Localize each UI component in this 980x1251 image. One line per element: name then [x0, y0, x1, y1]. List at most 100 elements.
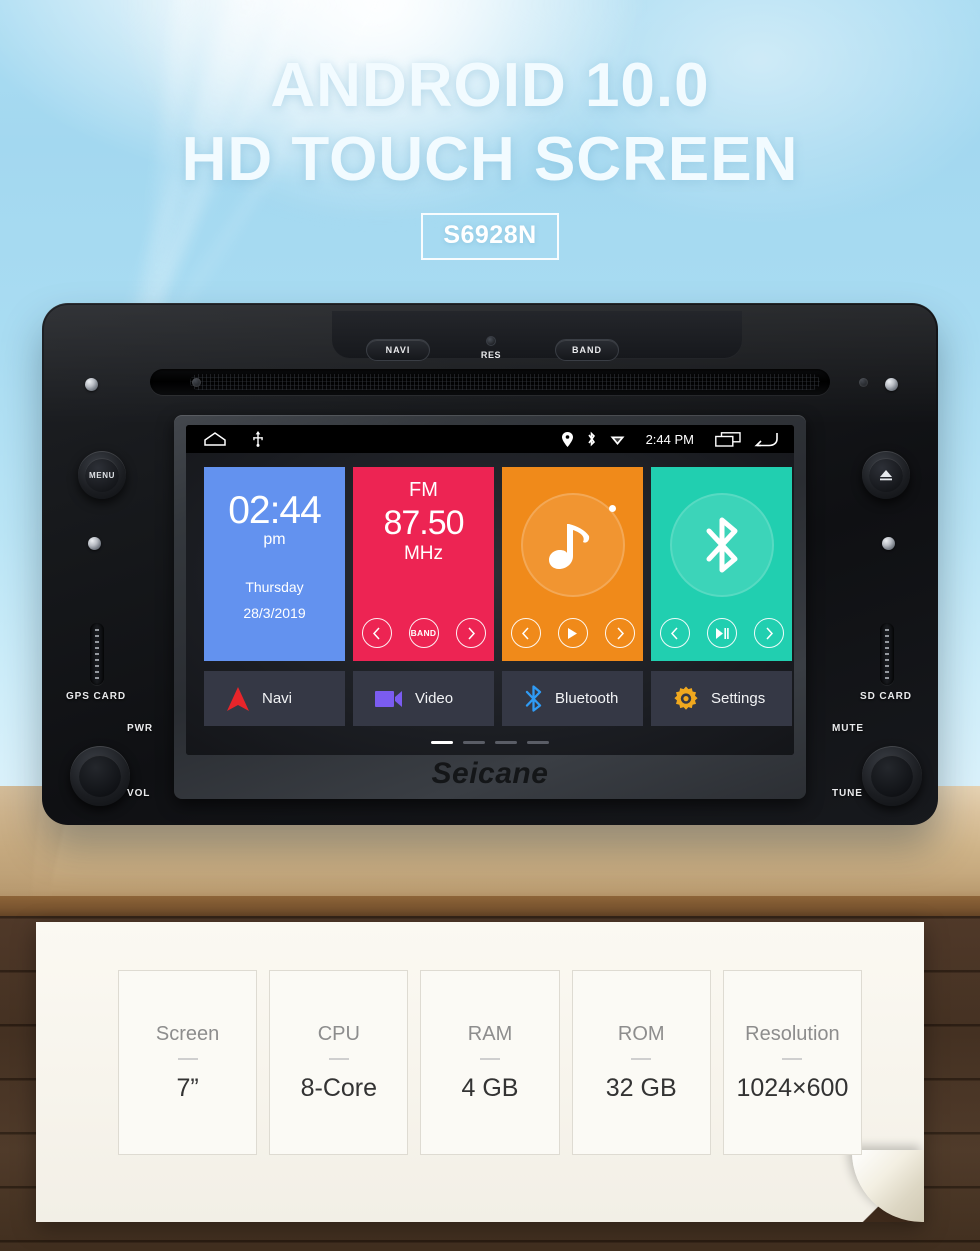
spec-label: ROM — [617, 1022, 665, 1045]
music-halo-dot — [608, 505, 616, 512]
spec-label: Screen — [155, 1022, 220, 1045]
pwr-label: PWR — [127, 723, 154, 734]
eject-icon — [869, 458, 903, 492]
music-play-button[interactable] — [557, 618, 588, 648]
frame-screw — [88, 537, 101, 550]
model-badge: S6928N — [421, 213, 559, 260]
android-home-screen: 02:44 pm Thursday 28/3/2019 FM 87.50 MHz — [186, 453, 794, 755]
gps-card-slot[interactable] — [90, 623, 104, 685]
spec-divider — [480, 1057, 500, 1060]
app-shortcut-video[interactable]: Video — [353, 671, 494, 726]
bluetooth-play-pause-button[interactable] — [706, 618, 737, 648]
spec-value: 4 GB — [461, 1073, 519, 1102]
tune-label: TUNE — [832, 788, 863, 799]
spec-divider — [782, 1057, 803, 1060]
band-hardware-button[interactable]: BAND — [555, 339, 619, 361]
music-note-halo — [520, 493, 625, 597]
car-head-unit: NAVI RES BAND MENU GPS CARD PWR VOL SD C… — [42, 303, 938, 825]
radio-frequency: 87.50 — [383, 504, 464, 542]
radio-widget-tile[interactable]: FM 87.50 MHz BAND — [353, 467, 494, 661]
music-widget-tile[interactable] — [502, 467, 643, 661]
frame-screw — [885, 378, 898, 391]
bluetooth-icon — [586, 431, 597, 447]
radio-next-button[interactable] — [455, 618, 486, 648]
spec-value: 7” — [176, 1073, 199, 1102]
clock-date: 28/3/2019 — [243, 605, 306, 621]
frame-screw — [882, 537, 895, 550]
slot-screw-left — [192, 378, 201, 387]
sd-card-label: SD CARD — [860, 691, 912, 702]
wood-table-edge — [0, 896, 980, 918]
app-label: Bluetooth — [555, 690, 619, 707]
app-shortcut-settings[interactable]: Settings — [651, 671, 792, 726]
headline-line-1: ANDROID 10.0 — [270, 51, 710, 120]
clock-weekday: Thursday — [245, 579, 304, 595]
menu-knob[interactable]: MENU — [78, 451, 126, 499]
page-dot-1[interactable] — [431, 741, 453, 744]
sd-card-slot[interactable] — [880, 623, 894, 685]
app-shortcut-navi[interactable]: Navi — [204, 671, 345, 726]
navi-hardware-button[interactable]: NAVI — [366, 339, 430, 361]
clock-time: 02:44 — [228, 489, 322, 532]
bluetooth-prev-button[interactable] — [659, 618, 690, 648]
app-shortcut-bluetooth[interactable]: Bluetooth — [502, 671, 643, 726]
brand-logo: Seicane — [431, 757, 549, 790]
reset-pinhole-icon[interactable] — [486, 336, 496, 346]
clock-ampm: pm — [263, 531, 286, 548]
spec-label: RAM — [467, 1022, 513, 1045]
bluetooth-halo — [669, 493, 774, 597]
touch-screen[interactable]: 2:44 PM 02:44 pm Thursday 28/3/2019 FM 8… — [186, 425, 794, 755]
page-dot-4[interactable] — [527, 741, 549, 744]
app-shortcut-row: Navi Video Bluetooth Settings — [204, 671, 792, 726]
location-pin-icon — [561, 431, 573, 447]
spec-value: 8-Core — [300, 1073, 378, 1102]
spec-divider — [631, 1057, 652, 1060]
bluetooth-controls — [651, 618, 792, 648]
spec-value: 1024×600 — [736, 1073, 849, 1102]
bluetooth-widget-tile[interactable] — [651, 467, 792, 661]
spec-card-row: Screen 7” CPU 8-Core RAM 4 GB ROM 32 GB … — [118, 970, 863, 1155]
headline-line-2: HD TOUCH SCREEN — [181, 125, 799, 194]
status-bar-right: 2:44 PM — [561, 431, 794, 447]
disc-slot[interactable] — [150, 369, 830, 395]
navigation-arrow-icon — [226, 686, 250, 712]
product-banner: ANDROID 10.0 HD TOUCH SCREEN S6928N Scre… — [0, 0, 980, 1251]
spec-value: 32 GB — [605, 1073, 677, 1102]
screen-bezel: Seicane 2:44 PM 02:44 pm Thursday 28/3/2… — [174, 415, 806, 799]
radio-unit: MHz — [403, 543, 444, 564]
music-prev-button[interactable] — [510, 618, 541, 648]
spec-card-screen: Screen 7” — [118, 970, 258, 1155]
power-volume-knob[interactable] — [70, 746, 130, 806]
gear-icon — [673, 686, 699, 712]
slot-screw-right — [859, 378, 868, 387]
spec-card-cpu: CPU 8-Core — [269, 970, 409, 1155]
mute-tune-knob[interactable] — [862, 746, 922, 806]
app-label: Video — [415, 690, 454, 707]
bluetooth-icon — [524, 685, 543, 712]
spec-divider — [328, 1057, 349, 1060]
frame-screw — [85, 378, 98, 391]
app-label: Navi — [262, 690, 293, 707]
menu-knob-label: MENU — [85, 458, 119, 492]
eject-knob[interactable] — [862, 451, 910, 499]
mute-label: MUTE — [832, 723, 864, 734]
usb-icon — [252, 431, 264, 447]
page-dot-2[interactable] — [463, 741, 485, 744]
spec-label: CPU — [317, 1022, 360, 1045]
back-icon[interactable] — [754, 432, 778, 447]
spec-card-rom: ROM 32 GB — [571, 970, 711, 1155]
music-next-button[interactable] — [604, 618, 635, 648]
android-status-bar: 2:44 PM — [186, 425, 794, 453]
status-bar-clock: 2:44 PM — [645, 431, 694, 447]
page-dot-3[interactable] — [495, 741, 517, 744]
home-icon[interactable] — [204, 432, 226, 446]
radio-band: FM — [409, 479, 438, 501]
radio-prev-button[interactable] — [361, 618, 392, 648]
clock-widget-tile[interactable]: 02:44 pm Thursday 28/3/2019 — [204, 467, 345, 661]
app-label: Settings — [711, 690, 766, 707]
radio-band-button[interactable]: BAND — [408, 618, 439, 648]
status-bar-left — [186, 431, 264, 447]
spec-card-ram: RAM 4 GB — [420, 970, 560, 1155]
recents-icon[interactable] — [715, 431, 741, 447]
bluetooth-next-button[interactable] — [753, 618, 784, 648]
